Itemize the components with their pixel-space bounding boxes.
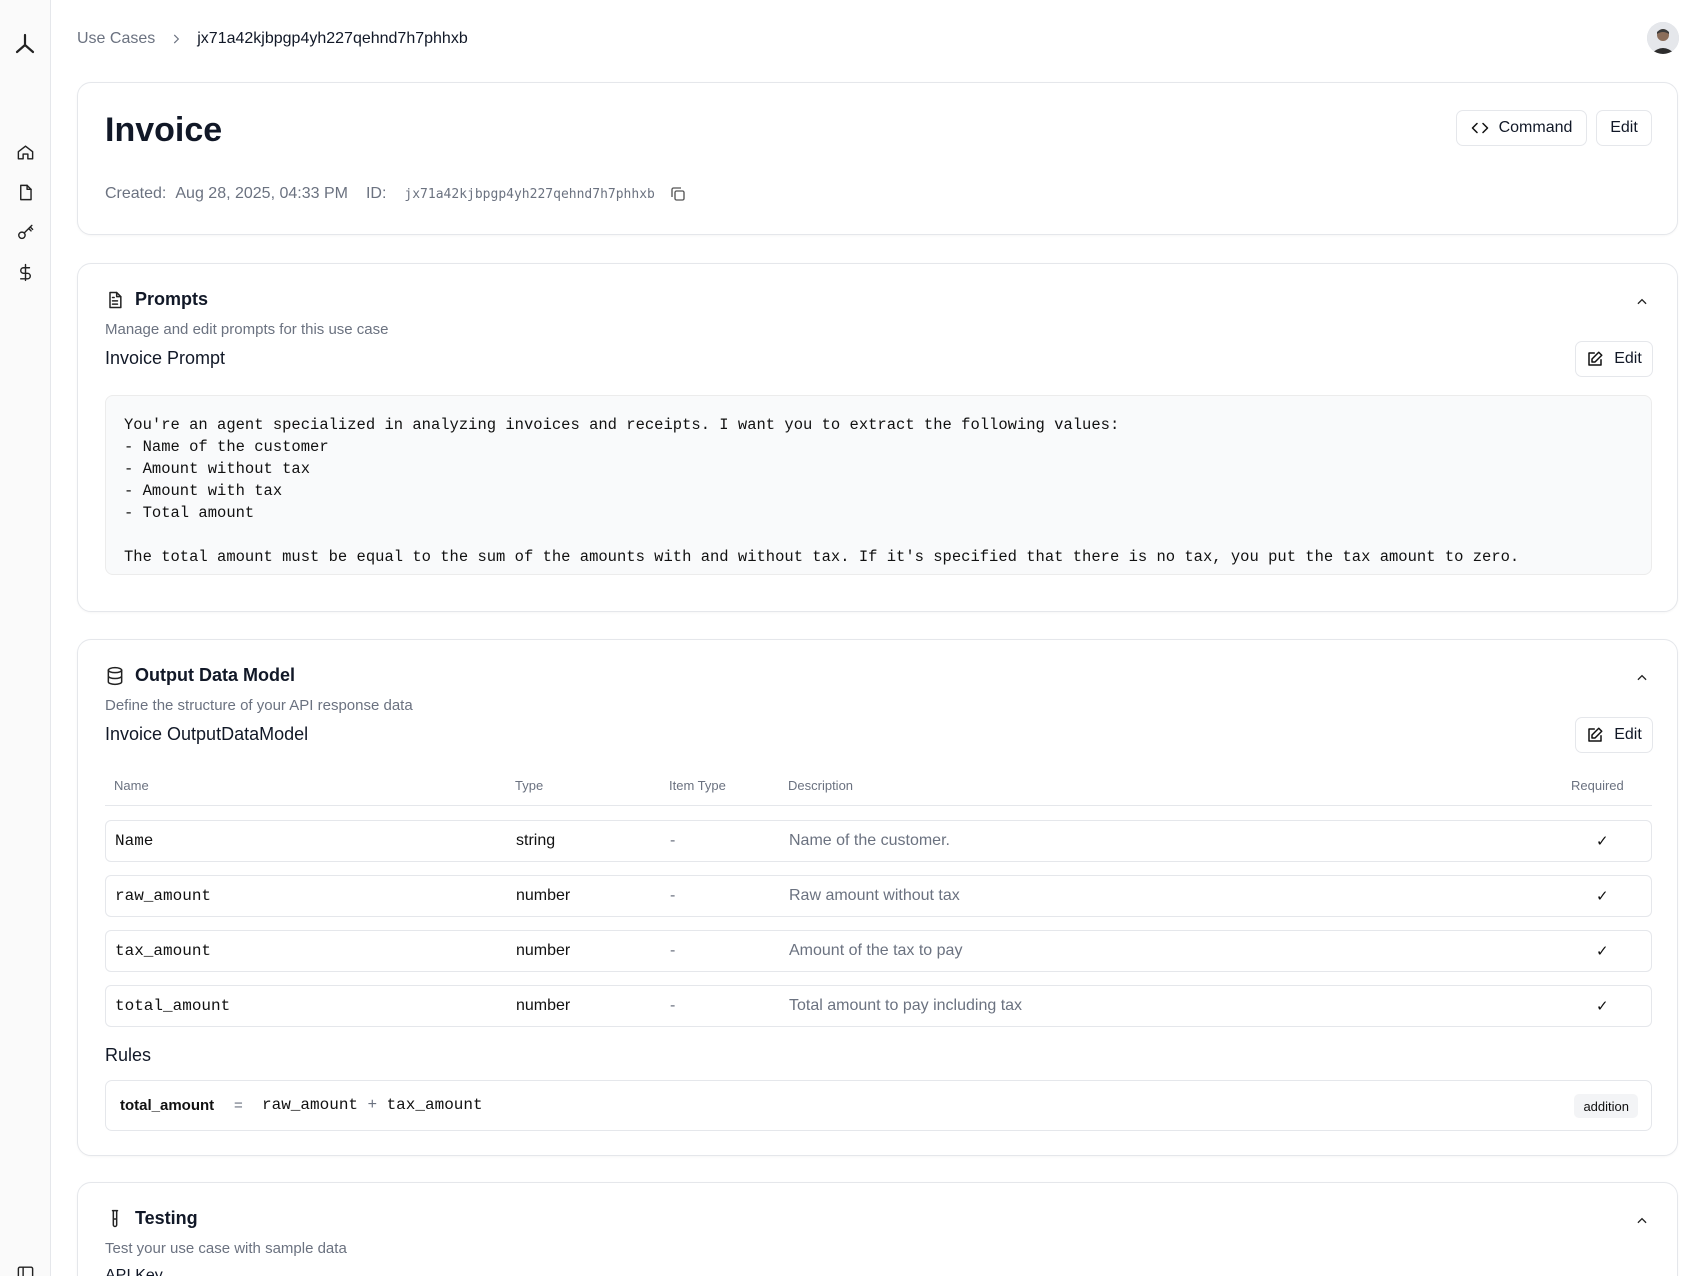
edit-prompt-button[interactable]: Edit [1575,341,1653,377]
column-header-item-type: Item Type [669,778,726,793]
command-button-label: Command [1498,119,1573,136]
edit-icon [1586,726,1604,744]
output-model-header: Output Data Model [105,665,295,686]
chevron-up-icon[interactable] [1632,1211,1652,1231]
required-check-icon: ✓ [1596,833,1609,850]
field-type: number [516,997,571,1014]
key-icon[interactable] [12,219,38,245]
dollar-icon[interactable] [12,259,38,285]
section-title: Output Data Model [135,665,295,685]
field-item-type: - [670,832,676,849]
field-name: Name [115,832,154,850]
file-text-icon [105,290,125,310]
table-row[interactable]: total_amount number - Total amount to pa… [105,985,1652,1027]
field-type: number [516,887,571,904]
id-value: jx71a42kjbpgp4yh227qehnd7h7phhxb [404,186,655,202]
use-case-header-card: Invoice Command Edit Created: Aug 28, 20… [77,82,1678,235]
column-header-required: Required [1571,778,1624,793]
edit-button-label: Edit [1614,726,1642,743]
rule-item[interactable]: total_amount = raw_amount + tax_amount a… [105,1080,1652,1131]
id-label: ID: [365,185,387,202]
created-value: Aug 28, 2025, 04:33 PM [175,185,348,202]
section-title: Prompts [135,289,209,309]
edit-use-case-button[interactable]: Edit [1596,110,1652,146]
command-button[interactable]: Command [1456,110,1587,146]
rule-target-field: total_amount [120,1097,215,1114]
metadata-row: Created: Aug 28, 2025, 04:33 PM ID: jx71… [105,185,687,203]
app-logo[interactable] [12,31,38,57]
chevron-up-icon[interactable] [1632,668,1652,688]
required-check-icon: ✓ [1596,998,1609,1015]
field-description: Name of the customer. [789,832,950,849]
field-type: string [516,832,556,849]
section-description: Define the structure of your API respons… [105,697,413,714]
rules-heading: Rules [105,1045,152,1065]
rule-right-operand: tax_amount [386,1096,483,1114]
field-item-type: - [670,997,676,1014]
output-data-model-card: Output Data Model Define the structure o… [77,639,1678,1156]
code-icon [1471,119,1489,137]
sidebar-toggle-icon[interactable] [12,1260,38,1276]
required-check-icon: ✓ [1596,943,1609,960]
field-item-type: - [670,887,676,904]
testing-header: Testing [105,1208,198,1229]
rule-expression: raw_amount + tax_amount [262,1096,483,1114]
table-row[interactable]: tax_amount number - Amount of the tax to… [105,930,1652,972]
column-header-name: Name [114,778,149,793]
page-title: Invoice [105,111,223,149]
model-title: Invoice OutputDataModel [105,724,309,744]
created-label: Created: [105,185,167,202]
copy-icon[interactable] [669,185,687,203]
field-item-type: - [670,942,676,959]
home-icon[interactable] [12,139,38,165]
file-icon[interactable] [12,179,38,205]
field-name: tax_amount [115,942,212,960]
avatar[interactable] [1647,22,1679,54]
prompt-title: Invoice Prompt [105,348,226,368]
table-header: Name Type Item Type Description Required [105,772,1652,806]
edit-icon [1586,350,1604,368]
field-description: Total amount to pay including tax [789,997,1023,1014]
rule-operator: + [367,1096,377,1113]
breadcrumb: Use Cases jx71a42kjbpgp4yh227qehnd7h7phh… [77,30,468,48]
prompts-card: Prompts Manage and edit prompts for this… [77,263,1678,612]
prompt-text: You're an agent specialized in analyzing… [105,395,1652,575]
table-row[interactable]: Name string - Name of the customer. ✓ [105,820,1652,862]
field-description: Amount of the tax to pay [789,942,963,959]
section-description: Test your use case with sample data [105,1240,347,1257]
chevron-up-icon[interactable] [1632,292,1652,312]
edit-button-label: Edit [1610,119,1638,136]
edit-model-button[interactable]: Edit [1575,717,1653,753]
required-check-icon: ✓ [1596,888,1609,905]
sidebar [0,0,51,1276]
prompts-header: Prompts [105,289,208,310]
field-description: Raw amount without tax [789,887,960,904]
field-name: raw_amount [115,887,212,905]
breadcrumb-use-cases-link[interactable]: Use Cases [77,30,155,48]
column-header-description: Description [788,778,854,793]
field-type: number [516,942,571,959]
section-description: Manage and edit prompts for this use cas… [105,321,389,338]
rule-left-operand: raw_amount [262,1096,359,1114]
field-name: total_amount [115,997,231,1015]
rule-type-badge: addition [1574,1094,1638,1118]
edit-button-label: Edit [1614,350,1642,367]
chevron-right-icon [169,32,183,46]
column-header-type: Type [515,778,544,793]
table-row[interactable]: raw_amount number - Raw amount without t… [105,875,1652,917]
database-icon [105,666,125,686]
testing-card: Testing Test your use case with sample d… [77,1182,1678,1276]
api-key-label: API Key [105,1267,163,1276]
rule-equals-sign: = [234,1097,243,1114]
section-title: Testing [135,1208,198,1228]
test-tube-icon [105,1209,125,1229]
breadcrumb-current: jx71a42kjbpgp4yh227qehnd7h7phhxb [197,30,468,47]
